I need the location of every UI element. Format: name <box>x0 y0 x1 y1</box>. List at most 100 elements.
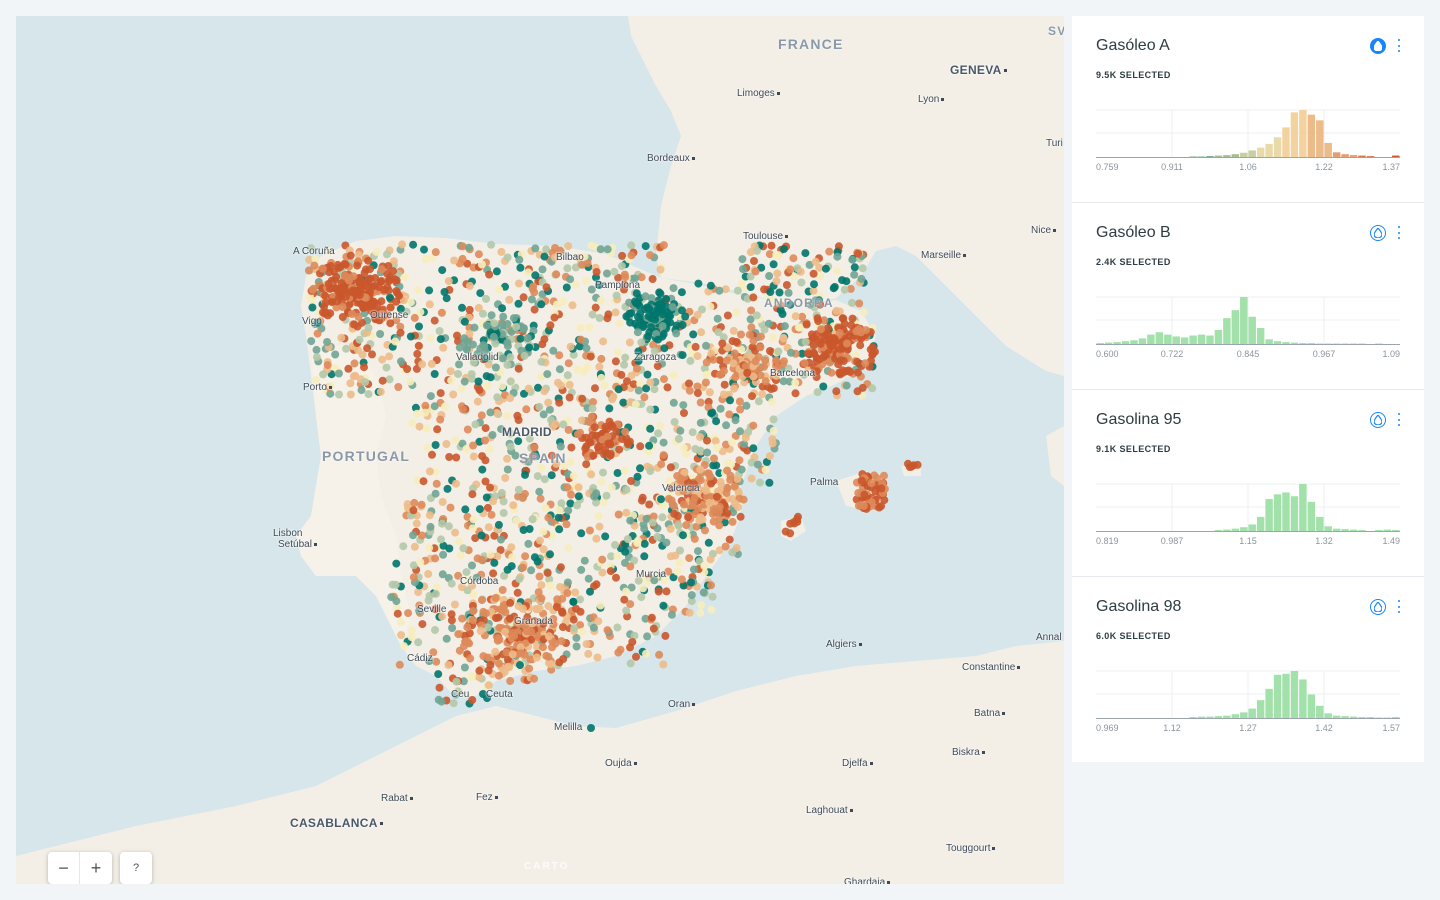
station-point <box>503 342 512 351</box>
station-point <box>544 513 553 522</box>
station-point <box>574 492 583 501</box>
station-point <box>600 381 609 390</box>
station-point <box>666 552 675 561</box>
station-point <box>604 310 613 319</box>
station-point <box>550 313 559 322</box>
station-point <box>636 464 644 473</box>
station-point <box>701 378 710 387</box>
station-point <box>574 483 583 492</box>
station-point <box>830 283 839 291</box>
station-point <box>707 581 715 590</box>
station-point <box>743 368 752 377</box>
histogram-chart[interactable] <box>1096 665 1400 723</box>
station-point <box>631 400 640 409</box>
station-point <box>787 348 795 357</box>
station-point <box>531 244 540 253</box>
histogram-chart[interactable] <box>1096 291 1400 349</box>
station-point <box>621 353 630 362</box>
station-point <box>657 495 665 504</box>
city-label: Melilla <box>554 722 583 733</box>
station-point <box>563 578 572 587</box>
station-point <box>434 670 443 679</box>
station-point <box>345 300 354 309</box>
station-point <box>493 393 502 402</box>
station-point <box>589 623 598 632</box>
station-point <box>467 672 476 681</box>
station-point <box>326 309 335 318</box>
more-options-icon[interactable] <box>1394 225 1404 241</box>
station-point <box>430 402 439 411</box>
station-point <box>410 313 419 322</box>
station-point <box>547 471 556 480</box>
histogram-bar <box>1307 343 1316 344</box>
station-point <box>313 329 322 338</box>
station-point <box>862 326 870 335</box>
more-options-icon[interactable] <box>1394 599 1404 615</box>
station-point <box>640 393 649 402</box>
station-point <box>766 288 775 296</box>
station-point <box>542 651 551 660</box>
city-label: Laghouat <box>806 805 853 816</box>
station-point <box>397 631 406 639</box>
histogram-bar <box>1113 342 1121 344</box>
station-point <box>450 256 459 265</box>
histogram-chart[interactable] <box>1096 478 1400 536</box>
station-point <box>406 332 415 341</box>
station-point <box>431 441 440 449</box>
water-drop-icon[interactable] <box>1370 225 1386 241</box>
histogram-bar <box>1392 530 1400 531</box>
station-point <box>613 469 622 477</box>
station-point <box>848 298 856 307</box>
station-point <box>557 637 566 646</box>
station-point <box>474 377 483 386</box>
more-options-icon[interactable] <box>1394 38 1404 54</box>
station-point <box>857 274 866 283</box>
station-point <box>592 580 601 589</box>
map-view[interactable]: FRANCE PORTUGAL SPAIN ANDORRA SV GENEVA Limoge… <box>16 16 1064 884</box>
histogram-widget: Gasóleo B 2.4K SELECTED 0.600 0.722 0.845 0… <box>1072 203 1424 390</box>
station-point <box>485 270 494 279</box>
histogram-bar <box>1358 530 1366 531</box>
station-point <box>427 359 436 368</box>
station-point <box>733 286 742 295</box>
station-point <box>355 335 364 344</box>
station-point <box>615 319 624 328</box>
station-point <box>817 325 825 334</box>
station-point <box>729 359 738 368</box>
station-point <box>689 330 698 339</box>
histogram-axis: 0.759 0.911 1.06 1.22 1.37 <box>1096 162 1400 174</box>
station-point <box>498 382 507 391</box>
station-point <box>392 559 401 568</box>
station-point <box>477 411 486 420</box>
more-options-icon[interactable] <box>1394 412 1404 428</box>
station-point <box>563 371 572 380</box>
help-button[interactable]: ? <box>120 852 152 884</box>
station-point <box>749 336 758 345</box>
station-point <box>789 254 798 263</box>
station-point <box>690 494 699 503</box>
station-point <box>364 390 373 399</box>
zoom-in-button[interactable]: + <box>80 852 112 884</box>
station-point <box>687 578 695 587</box>
station-point <box>655 650 664 659</box>
station-point <box>395 660 404 669</box>
water-drop-icon[interactable] <box>1370 412 1386 428</box>
station-point <box>484 681 493 690</box>
histogram-chart[interactable] <box>1096 104 1400 162</box>
water-drop-icon[interactable] <box>1370 599 1386 615</box>
station-point <box>324 279 333 288</box>
station-point <box>678 321 687 329</box>
station-point <box>611 308 620 317</box>
water-drop-icon[interactable] <box>1370 38 1386 54</box>
city-label: MADRID <box>502 425 552 439</box>
station-point <box>430 316 439 325</box>
zoom-out-button[interactable]: − <box>48 852 80 884</box>
station-point <box>751 357 760 366</box>
station-point <box>417 500 426 509</box>
zoom-control: − + <box>48 852 112 884</box>
station-point <box>705 388 714 397</box>
station-point <box>839 368 848 377</box>
station-point <box>603 245 612 254</box>
station-point <box>521 552 530 561</box>
station-point <box>475 666 484 675</box>
